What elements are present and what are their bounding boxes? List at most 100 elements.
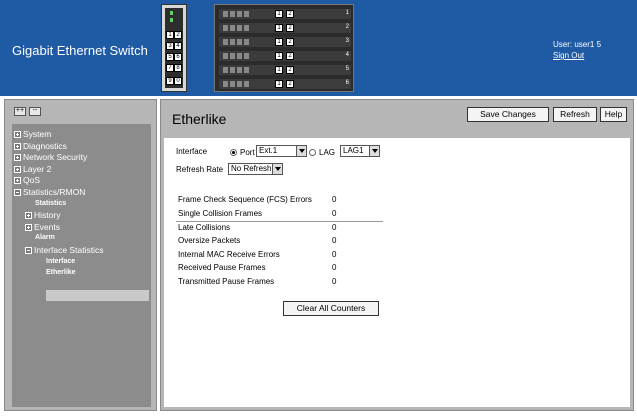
save-changes-button[interactable]: Save Changes — [467, 107, 549, 122]
chassis-port[interactable]: 1 — [275, 38, 283, 46]
user-info: User: user1 5 Sign Out — [553, 39, 601, 61]
nav-item-diagnostics[interactable]: Diagnostics — [14, 141, 67, 152]
module-port[interactable]: 5 — [166, 53, 174, 61]
module-port[interactable]: 4 — [174, 42, 182, 50]
chassis-port[interactable]: 1 — [275, 52, 283, 60]
chassis-slot — [237, 11, 242, 17]
chassis-slot — [223, 67, 228, 73]
nav-item-history[interactable]: History — [25, 210, 60, 221]
lag-select[interactable]: LAG1 — [340, 145, 380, 157]
clear-all-counters-button[interactable]: Clear All Counters — [283, 301, 379, 316]
chassis-port[interactable]: 2 — [286, 10, 294, 18]
module-port[interactable]: 3 — [166, 42, 174, 50]
collapse-all-button[interactable]: -- — [29, 107, 41, 116]
stat-row-received-pause: Received Pause Frames 0 — [178, 263, 336, 275]
stat-label: Frame Check Sequence (FCS) Errors — [178, 195, 312, 204]
chassis-slot — [230, 67, 235, 73]
page-title: Etherlike — [172, 111, 227, 127]
nav-item-etherlike[interactable]: Etherlike — [46, 269, 76, 276]
sign-out-link[interactable]: Sign Out — [553, 50, 601, 61]
stat-row-mac-receive-errors: Internal MAC Receive Errors 0 — [178, 250, 336, 262]
port-select-value: Ext.1 — [259, 146, 278, 155]
collapse-icon — [14, 189, 21, 196]
stat-row-oversize-packets: Oversize Packets 0 — [178, 236, 336, 248]
stat-value: 0 — [332, 209, 337, 218]
divider — [176, 221, 383, 222]
module-port[interactable]: 0 — [174, 77, 182, 85]
expand-icon — [14, 166, 21, 173]
content-area: Interface Port Ext.1 LAG LAG1 Refresh Ra… — [164, 138, 630, 407]
header-bar: Gigabit Ethernet Switch 1 2 3 4 5 6 7 8 … — [0, 0, 637, 96]
help-button[interactable]: Help — [600, 107, 627, 122]
module-port[interactable]: 8 — [174, 64, 182, 72]
chassis-slot — [244, 81, 249, 87]
nav-item-statistics[interactable]: Statistics — [35, 200, 66, 207]
chassis-port[interactable]: 1 — [275, 24, 283, 32]
stat-value: 0 — [332, 223, 337, 232]
user-label: User: user1 5 — [553, 40, 602, 49]
lag-label: LAG — [319, 148, 336, 157]
lag-radio[interactable] — [309, 149, 316, 156]
nav-item-label: Diagnostics — [23, 141, 67, 151]
expand-icon — [14, 143, 21, 150]
chassis-slot — [230, 25, 235, 31]
chassis-port[interactable]: 2 — [286, 24, 294, 32]
expand-all-button[interactable]: ++ — [14, 107, 26, 116]
chassis-row-number: 4 — [345, 52, 349, 58]
chassis-slot — [244, 25, 249, 31]
chassis-port[interactable]: 2 — [286, 38, 294, 46]
refresh-rate-value: No Refresh — [231, 164, 272, 173]
nav-item-interface[interactable]: Interface — [46, 258, 75, 265]
chassis-port[interactable]: 1 — [275, 80, 283, 88]
chassis-slot — [244, 11, 249, 17]
nav-item-layer2[interactable]: Layer 2 — [14, 164, 51, 175]
refresh-rate-select[interactable]: No Refresh — [228, 163, 283, 175]
chevron-down-icon — [296, 146, 306, 156]
chassis-slot — [223, 39, 228, 45]
port-select[interactable]: Ext.1 — [256, 145, 307, 157]
nav-item-qos[interactable]: QoS — [14, 175, 40, 186]
nav-item-label: Interface Statistics — [34, 245, 104, 255]
stat-label: Internal MAC Receive Errors — [178, 250, 280, 259]
chassis-slot — [237, 53, 242, 59]
chassis-port[interactable]: 2 — [286, 80, 294, 88]
status-led — [170, 11, 173, 15]
chassis-row: 1 2 2 — [219, 23, 351, 33]
stat-value: 0 — [332, 277, 337, 286]
app-title: Gigabit Ethernet Switch — [12, 43, 148, 58]
module-port[interactable]: 6 — [174, 53, 182, 61]
stat-label: Received Pause Frames — [178, 263, 266, 272]
chassis-row: 1 2 4 — [219, 51, 351, 61]
refresh-button[interactable]: Refresh — [553, 107, 597, 122]
chassis-slot — [223, 81, 228, 87]
nav-item-statistics-rmon[interactable]: Statistics/RMON — [14, 187, 85, 198]
port-radio[interactable] — [230, 149, 237, 156]
nav-item-events[interactable]: Events — [25, 222, 60, 233]
nav-tree: System Diagnostics Network Security Laye… — [12, 124, 151, 407]
chassis-row: 1 2 5 — [219, 65, 351, 75]
collapse-icon — [25, 247, 32, 254]
chassis-port[interactable]: 2 — [286, 52, 294, 60]
chassis-port[interactable]: 1 — [275, 10, 283, 18]
expand-icon — [25, 224, 32, 231]
expand-icon — [14, 131, 21, 138]
nav-item-label: History — [34, 210, 61, 220]
chevron-down-icon — [272, 164, 282, 174]
chevron-down-icon — [369, 146, 379, 156]
nav-item-network-security[interactable]: Network Security — [14, 152, 87, 163]
module-port[interactable]: 1 — [166, 31, 174, 39]
chassis-port[interactable]: 1 — [275, 66, 283, 74]
lag-select-value: LAG1 — [343, 146, 364, 155]
sidebar: ++ -- System Diagnostics Network Securit… — [4, 99, 157, 411]
stat-row-late-collisions: Late Collisions 0 — [178, 223, 336, 235]
chassis-port[interactable]: 2 — [286, 66, 294, 74]
nav-item-interface-statistics[interactable]: Interface Statistics — [25, 245, 103, 256]
chassis-slot — [237, 25, 242, 31]
module-port[interactable]: 2 — [174, 31, 182, 39]
chassis-slot — [230, 81, 235, 87]
stat-value: 0 — [332, 236, 337, 245]
nav-item-system[interactable]: System — [14, 129, 51, 140]
module-port[interactable]: 7 — [166, 64, 174, 72]
nav-item-alarm[interactable]: Alarm — [35, 234, 55, 241]
module-port[interactable]: 9 — [166, 77, 174, 85]
